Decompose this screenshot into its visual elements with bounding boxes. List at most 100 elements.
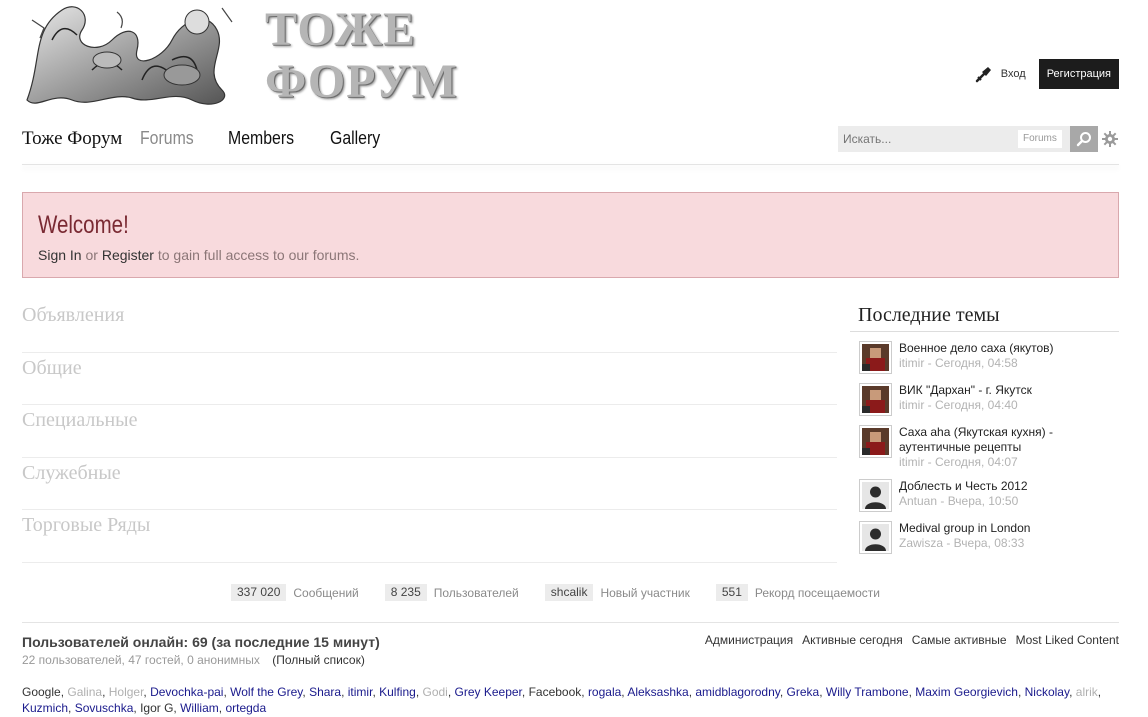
sign-in-link[interactable]: Вход	[1001, 68, 1026, 80]
logo-wordmark: ТОЖЕ ФОРУМ	[265, 4, 458, 108]
stat-users: 8 235 Пользователей	[384, 584, 519, 601]
topic-title[interactable]: Саха аhа (Якутская кухня) - аутентичные …	[899, 425, 1119, 455]
online-user-link[interactable]: Sovuschka	[75, 701, 134, 715]
stat-label: Рекорд посещаемости	[754, 585, 881, 600]
tab-members[interactable]: Members	[228, 128, 294, 149]
search-button[interactable]	[1070, 126, 1098, 152]
online-users-summary: 22 пользователей, 47 гостей, 0 анонимных…	[22, 653, 365, 667]
welcome-box: Welcome! Sign In or Register to gain ful…	[22, 192, 1119, 278]
online-user-link[interactable]: Kuzmich	[22, 701, 68, 715]
nav-brand[interactable]: Тоже Форум	[22, 128, 122, 150]
online-user-link[interactable]: amidblagorodny	[695, 685, 780, 699]
stat-record: 551 Рекорд посещаемости	[715, 584, 881, 601]
online-user-link[interactable]: Igor G	[140, 701, 173, 715]
stat-label: Пользователей	[433, 585, 519, 600]
avatar[interactable]	[859, 383, 892, 416]
online-user-link[interactable]: William	[180, 701, 219, 715]
category-service[interactable]: Служебные	[22, 458, 837, 510]
category-announcements[interactable]: Объявления	[22, 300, 837, 353]
tab-most-active[interactable]: Самые активные	[912, 633, 1007, 647]
forum-categories: Объявления Общие Специальные Служебные Т…	[22, 300, 837, 563]
site-logo[interactable]: ТОЖЕ ФОРУМ	[22, 0, 457, 113]
welcome-rest: to gain full access to our forums.	[157, 247, 360, 263]
header-divider	[22, 164, 1119, 165]
stat-value[interactable]: shcalik	[544, 584, 594, 601]
category-special[interactable]: Специальные	[22, 405, 837, 458]
online-user-link[interactable]: alrik	[1076, 685, 1098, 699]
stat-label: Сообщений	[293, 585, 359, 600]
welcome-sign-in-link[interactable]: Sign In	[38, 247, 82, 263]
user-photo-icon	[862, 386, 889, 413]
online-user-link[interactable]: Willy Trambone	[826, 685, 909, 699]
full-list-link[interactable]: (Полный список)	[272, 653, 365, 667]
stat-value: 551	[715, 584, 748, 601]
avatar[interactable]	[859, 479, 892, 512]
online-user-link[interactable]: Kulfing	[379, 685, 416, 699]
topic-item: ВИК "Дархан" - г. Якутск itimir - Сегодн…	[850, 383, 1119, 416]
online-user-link[interactable]: Facebook	[529, 685, 582, 699]
topic-meta: itimir - Сегодня, 04:58	[899, 356, 1018, 370]
avatar[interactable]	[859, 341, 892, 374]
welcome-message: Sign In or Register to gain full access …	[38, 247, 359, 263]
online-user-link[interactable]: Nickolay	[1025, 685, 1069, 699]
online-user-link[interactable]: Galina	[67, 685, 102, 699]
online-user-link[interactable]: Aleksashka	[627, 685, 688, 699]
welcome-title: Welcome!	[38, 211, 129, 239]
key-icon[interactable]	[975, 65, 993, 83]
recent-topics: Последние темы Военное дело саха (якутов…	[850, 304, 1119, 554]
stat-value: 337 020	[231, 584, 287, 601]
tab-most-liked[interactable]: Most Liked Content	[1016, 633, 1119, 647]
online-user-link[interactable]: rogala	[588, 685, 621, 699]
stat-value: 8 235	[384, 584, 427, 601]
welcome-register-link[interactable]: Register	[102, 247, 154, 263]
default-user-icon	[862, 524, 889, 551]
online-user-link[interactable]: Google	[22, 685, 61, 699]
topic-title[interactable]: Medival group in London	[899, 521, 1030, 536]
tab-forums[interactable]: Forums	[140, 128, 194, 149]
topic-title[interactable]: Военное дело саха (якутов)	[899, 341, 1054, 356]
online-user-link[interactable]: Maxim Georgievich	[915, 685, 1018, 699]
topic-title[interactable]: Доблесть и Честь 2012	[899, 479, 1028, 494]
online-user-link[interactable]: Godi	[422, 685, 447, 699]
topic-meta: Antuan - Вчера, 10:50	[899, 494, 1019, 508]
online-user-link[interactable]: Devochka-pai	[150, 685, 223, 699]
topic-meta: itimir - Сегодня, 04:40	[899, 398, 1018, 412]
user-links: Вход Регистрация	[975, 59, 1119, 89]
category-general[interactable]: Общие	[22, 353, 837, 405]
online-users-list: Google, Galina, Holger, Devochka-pai, Wo…	[22, 685, 1102, 715]
stat-label: Новый участник	[600, 585, 690, 600]
online-user-link[interactable]: itimir	[348, 685, 373, 699]
topic-title[interactable]: ВИК "Дархан" - г. Якутск	[899, 383, 1032, 398]
stat-newest-member: shcalik Новый участник	[544, 584, 690, 601]
search-scope[interactable]: Forums	[1018, 130, 1062, 148]
topic-item: Доблесть и Честь 2012 Antuan - Вчера, 10…	[850, 479, 1119, 512]
register-button[interactable]: Регистрация	[1038, 59, 1119, 89]
category-trade[interactable]: Торговые Ряды	[22, 510, 837, 563]
search-bar: Forums	[838, 126, 1098, 152]
stat-posts: 337 020 Сообщений	[231, 584, 359, 601]
online-user-link[interactable]: Holger	[109, 685, 144, 699]
tab-administration[interactable]: Администрация	[705, 633, 793, 647]
avatar[interactable]	[859, 521, 892, 554]
topic-item: Medival group in London Zawisza - Вчера,…	[850, 521, 1119, 554]
tab-active-today[interactable]: Активные сегодня	[802, 633, 903, 647]
online-user-link[interactable]: ortegda	[225, 701, 266, 715]
topic-item: Военное дело саха (якутов) itimir - Сего…	[850, 341, 1119, 374]
tab-gallery[interactable]: Gallery	[330, 128, 380, 149]
online-users-counts: 22 пользователей, 47 гостей, 0 анонимных	[22, 653, 260, 667]
search-input[interactable]	[838, 126, 1016, 152]
topic-meta: itimir - Сегодня, 04:07	[899, 455, 1018, 469]
recent-topics-title: Последние темы	[850, 304, 1119, 332]
gear-icon[interactable]	[1102, 131, 1118, 147]
online-tabs: Администрация Активные сегодня Самые акт…	[696, 633, 1119, 647]
avatar[interactable]	[859, 425, 892, 458]
online-user-link[interactable]: Grey Keeper	[455, 685, 522, 699]
online-user-link[interactable]: Shara	[309, 685, 341, 699]
search-icon	[1076, 132, 1091, 147]
topic-meta: Zawisza - Вчера, 08:33	[899, 536, 1025, 550]
online-users-title: Пользователей онлайн: 69 (за последние 1…	[22, 634, 380, 650]
default-user-icon	[862, 482, 889, 509]
main-nav: Тоже Форум Forums Members Gallery	[22, 128, 414, 150]
online-user-link[interactable]: Wolf the Grey	[230, 685, 302, 699]
online-user-link[interactable]: Greka	[787, 685, 820, 699]
